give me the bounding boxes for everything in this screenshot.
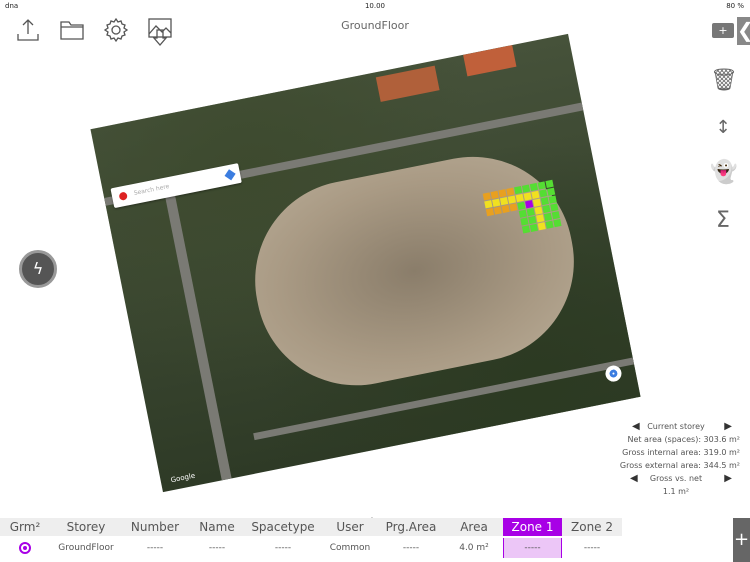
map-pin-icon: [118, 191, 128, 201]
zone-cell[interactable]: [493, 206, 502, 215]
zone-cell[interactable]: [521, 225, 531, 234]
google-logo: Google: [170, 471, 196, 485]
table-cell[interactable]: -----: [503, 538, 562, 558]
move-vertical-icon[interactable]: ↕: [710, 115, 736, 141]
column-header[interactable]: Zone 1: [503, 518, 562, 536]
zone-cell[interactable]: [537, 222, 546, 231]
table-cell[interactable]: -----: [244, 538, 322, 558]
table-cell[interactable]: -----: [378, 538, 444, 558]
page-title: GroundFloor: [341, 19, 409, 32]
zone-cell[interactable]: [529, 223, 538, 232]
ghost-icon[interactable]: 👻: [710, 160, 737, 186]
column-header[interactable]: Name: [190, 518, 244, 536]
next-storey-arrow[interactable]: ▶: [724, 420, 732, 433]
column-header[interactable]: Zone 2: [562, 518, 622, 536]
column-header[interactable]: Area: [444, 518, 504, 536]
zone-cell[interactable]: [545, 220, 554, 229]
table-cell[interactable]: -----: [190, 538, 244, 558]
clock: 10.00: [364, 2, 386, 10]
zone-cell[interactable]: [553, 219, 562, 228]
status-bar: dna 10.00 80 %: [0, 0, 750, 12]
zone-cell[interactable]: [485, 208, 495, 217]
table-cell[interactable]: -----: [120, 538, 190, 558]
collapse-panel-button[interactable]: ❮: [737, 17, 750, 45]
satellite-map[interactable]: Search here Google: [90, 33, 641, 493]
flash-button[interactable]: ϟ: [19, 250, 57, 288]
sigma-icon[interactable]: Σ: [710, 208, 736, 234]
zone-cell[interactable]: [509, 203, 518, 212]
table-cell[interactable]: 4.0 m²: [444, 538, 504, 558]
column-header[interactable]: Storey: [50, 518, 122, 536]
column-header[interactable]: Number: [120, 518, 190, 536]
add-button[interactable]: +: [712, 23, 734, 38]
prev-metric-arrow[interactable]: ◀: [630, 472, 638, 485]
trash-icon[interactable]: 🗑: [710, 68, 738, 94]
table-cell[interactable]: Common: [322, 538, 378, 558]
prev-storey-arrow[interactable]: ◀: [632, 420, 640, 433]
next-metric-arrow[interactable]: ▶: [724, 472, 732, 485]
add-row-button[interactable]: +: [733, 518, 750, 562]
column-header[interactable]: User: [322, 518, 378, 536]
column-header[interactable]: Spacetype: [244, 518, 322, 536]
directions-icon[interactable]: [224, 169, 236, 181]
table-cell[interactable]: -----: [562, 538, 622, 558]
battery: 80 %: [726, 2, 744, 10]
column-header[interactable]: Grm²: [0, 518, 50, 536]
area-stats: ◀ Current storey ▶ Net area (spaces): 303.…: [619, 420, 740, 496]
table-cell[interactable]: GroundFloor: [50, 538, 122, 558]
zone-cell[interactable]: [501, 204, 510, 214]
row-radio[interactable]: [19, 542, 31, 554]
column-header[interactable]: Prg.Area: [378, 518, 444, 536]
